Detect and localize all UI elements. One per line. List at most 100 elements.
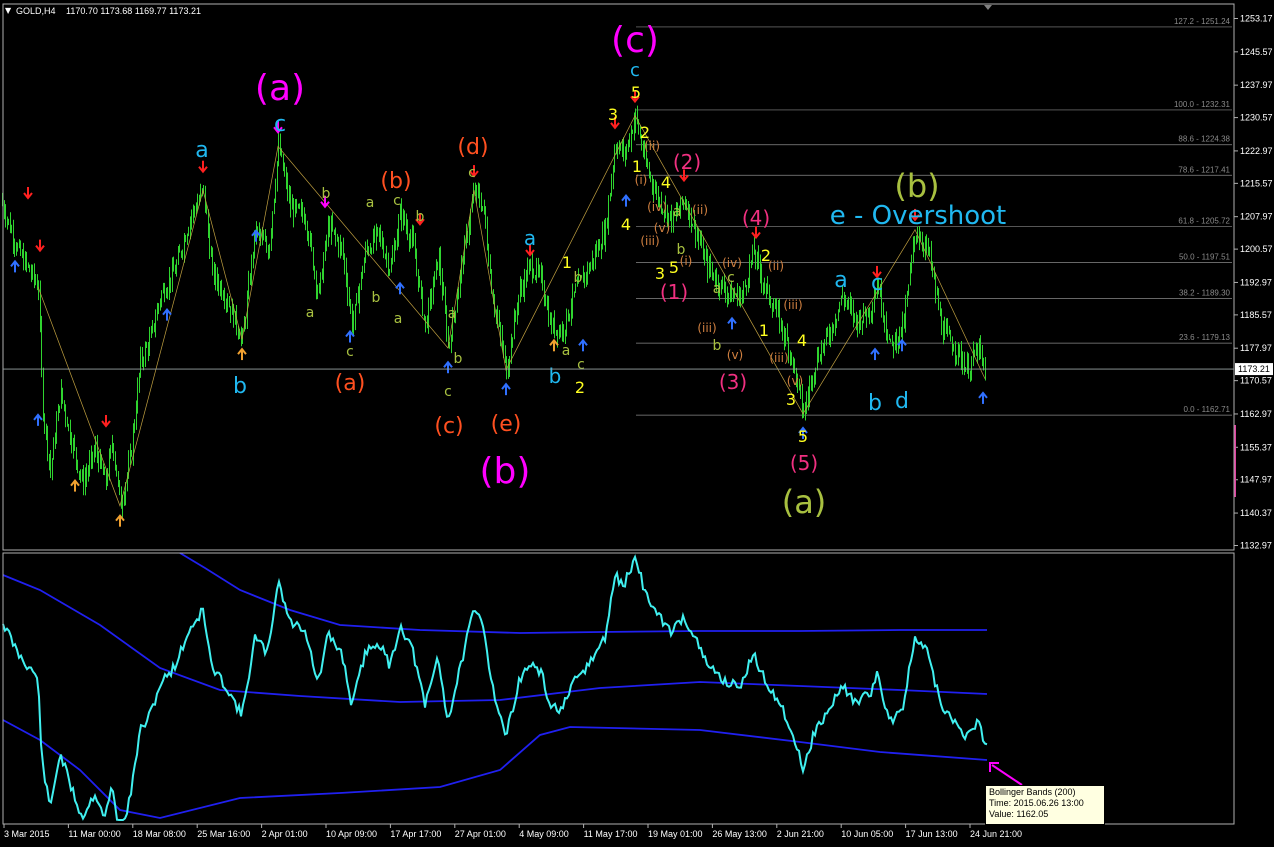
wave-label: (d) xyxy=(457,135,488,160)
wave-label: (1) xyxy=(660,280,688,304)
fib-level-label: 78.6 - 1217.41 xyxy=(1178,165,1230,174)
wave-label: c xyxy=(274,112,286,137)
tooltip-name: Bollinger Bands (200) xyxy=(989,787,1076,797)
wave-label: b xyxy=(713,338,722,354)
chart-window[interactable]: 127.2 - 1251.24 100.0 - 1232.31 88.6 - 122… xyxy=(0,0,1274,847)
wave-label: b xyxy=(233,374,247,399)
arrow-up-icon xyxy=(345,329,355,343)
arrow-up-icon xyxy=(443,360,453,374)
fib-level-label: 0.0 - 1162.71 xyxy=(1183,405,1230,414)
y-tick-label: 1215.57 xyxy=(1240,178,1273,188)
fib-level-label: 50.0 - 1197.51 xyxy=(1179,253,1231,262)
wave-label: 3 xyxy=(655,264,665,283)
wave-label: (b) xyxy=(380,169,411,194)
y-tick-label: 1237.97 xyxy=(1240,80,1273,90)
x-tick-label: 11 Mar 00:00 xyxy=(68,829,120,839)
bollinger-subwindow[interactable] xyxy=(2,552,1023,821)
x-tick-label: 10 Apr 09:00 xyxy=(326,829,377,839)
wave-label: 5 xyxy=(669,258,679,277)
x-tick-label: 26 May 13:00 xyxy=(712,829,767,839)
y-tick-label: 1162.97 xyxy=(1240,409,1272,419)
x-tick-label: 17 Apr 17:00 xyxy=(390,829,441,839)
wave-label: (iv) xyxy=(647,200,667,214)
wave-label: a xyxy=(306,305,315,321)
y-tick-label: 1185.57 xyxy=(1240,310,1272,320)
triangle-down-icon[interactable]: ▼ xyxy=(5,6,12,15)
wave-label: 3 xyxy=(608,105,618,124)
wave-label: (c) xyxy=(611,20,659,61)
arrow-up-icon xyxy=(33,413,43,426)
wave-label: (3) xyxy=(719,370,747,394)
arrow-up-icon xyxy=(870,347,880,361)
y-tick-label: 1222.97 xyxy=(1240,146,1273,156)
arrow-down-icon xyxy=(23,187,33,200)
wave-label: (5) xyxy=(790,451,818,475)
wave-label: 5 xyxy=(798,427,808,446)
wave-label: a xyxy=(524,226,536,250)
y-tick-label: 1132.97 xyxy=(1240,541,1272,551)
arrow-up-icon xyxy=(727,316,737,330)
x-tick-label: 19 May 01:00 xyxy=(648,829,703,839)
wave-label: (b) xyxy=(894,167,939,205)
arrow-up-icon xyxy=(621,194,631,207)
wave-label: 5 xyxy=(631,83,641,102)
wave-label: (v) xyxy=(787,374,803,388)
arrow-up-icon xyxy=(237,347,247,361)
wave-label: (v) xyxy=(727,348,743,362)
y-tick-label: 1230.57 xyxy=(1240,113,1273,123)
wave-label: (i) xyxy=(635,173,648,187)
x-tick-label: 4 May 09:00 xyxy=(519,829,569,839)
wave-label: b xyxy=(868,391,882,416)
wave-label: (ii) xyxy=(692,203,708,217)
wave-label: 4 xyxy=(621,215,631,234)
wave-label: c xyxy=(468,165,476,181)
wave-label: a xyxy=(834,268,847,293)
y-tick-label: 1177.97 xyxy=(1240,343,1272,353)
wave-label: a xyxy=(713,281,722,297)
arrow-down-icon xyxy=(101,414,111,428)
wave-label: b xyxy=(454,351,463,367)
wave-label: 1 xyxy=(562,253,572,272)
wave-label: (v) xyxy=(654,221,670,235)
wave-label: a xyxy=(562,343,571,359)
arrow-up-icon xyxy=(501,382,511,396)
indicator-tooltip: Bollinger Bands (200) Time: 2015.06.26 1… xyxy=(985,785,1105,825)
wave-label: (iii) xyxy=(697,321,716,335)
lower-band xyxy=(2,719,988,819)
wave-label: (e) xyxy=(491,412,522,437)
zigzag-wave-lines xyxy=(37,114,986,508)
wave-label: (c) xyxy=(434,414,463,439)
wave-label: b xyxy=(549,364,562,388)
x-tick-label: 17 Jun 13:00 xyxy=(906,829,958,839)
wave-label: a xyxy=(448,306,457,322)
fib-level-label: 88.6 - 1224.38 xyxy=(1178,135,1230,144)
wave-label: 1 xyxy=(759,321,769,340)
wave-label: 2 xyxy=(575,378,585,397)
wave-label: (iii) xyxy=(783,298,802,312)
arrow-up-icon xyxy=(251,229,261,242)
y-tick-label: 1170.57 xyxy=(1240,376,1272,386)
wave-label: 3 xyxy=(786,390,796,409)
wave-label: c xyxy=(577,357,585,373)
x-tick-label: 27 Apr 01:00 xyxy=(455,829,506,839)
y-tick-label: 1155.37 xyxy=(1240,442,1272,452)
y-tick-label: 1245.57 xyxy=(1240,47,1273,57)
arrow-up-icon xyxy=(549,338,559,352)
symbol-label: GOLD,H4 xyxy=(16,6,56,16)
wave-label: c xyxy=(346,344,354,360)
price-axis: 1253.17 1245.57 1237.97 1230.57 1222.97 1215.… xyxy=(1234,14,1273,551)
zigzag-line xyxy=(37,114,986,508)
fib-level-label: 23.6 - 1179.13 xyxy=(1179,333,1231,342)
arrow-up-icon xyxy=(70,479,80,492)
wave-label: (a) xyxy=(335,371,366,396)
time-axis: 3 Mar 2015 11 Mar 00:00 18 Mar 08:00 25 Mar… xyxy=(3,824,1022,839)
wave-label: (iv) xyxy=(722,256,742,270)
wave-label: e - Overshoot xyxy=(830,201,1006,231)
wave-label: b xyxy=(416,209,425,225)
tooltip-time: Time: 2015.06.26 13:00 xyxy=(989,798,1084,808)
wave-label: c xyxy=(444,384,452,400)
price-close-line xyxy=(2,554,988,821)
scroll-marker-icon xyxy=(984,5,992,10)
x-tick-label: 18 Mar 08:00 xyxy=(133,829,186,839)
fib-level-label: 100.0 - 1232.31 xyxy=(1174,100,1231,109)
